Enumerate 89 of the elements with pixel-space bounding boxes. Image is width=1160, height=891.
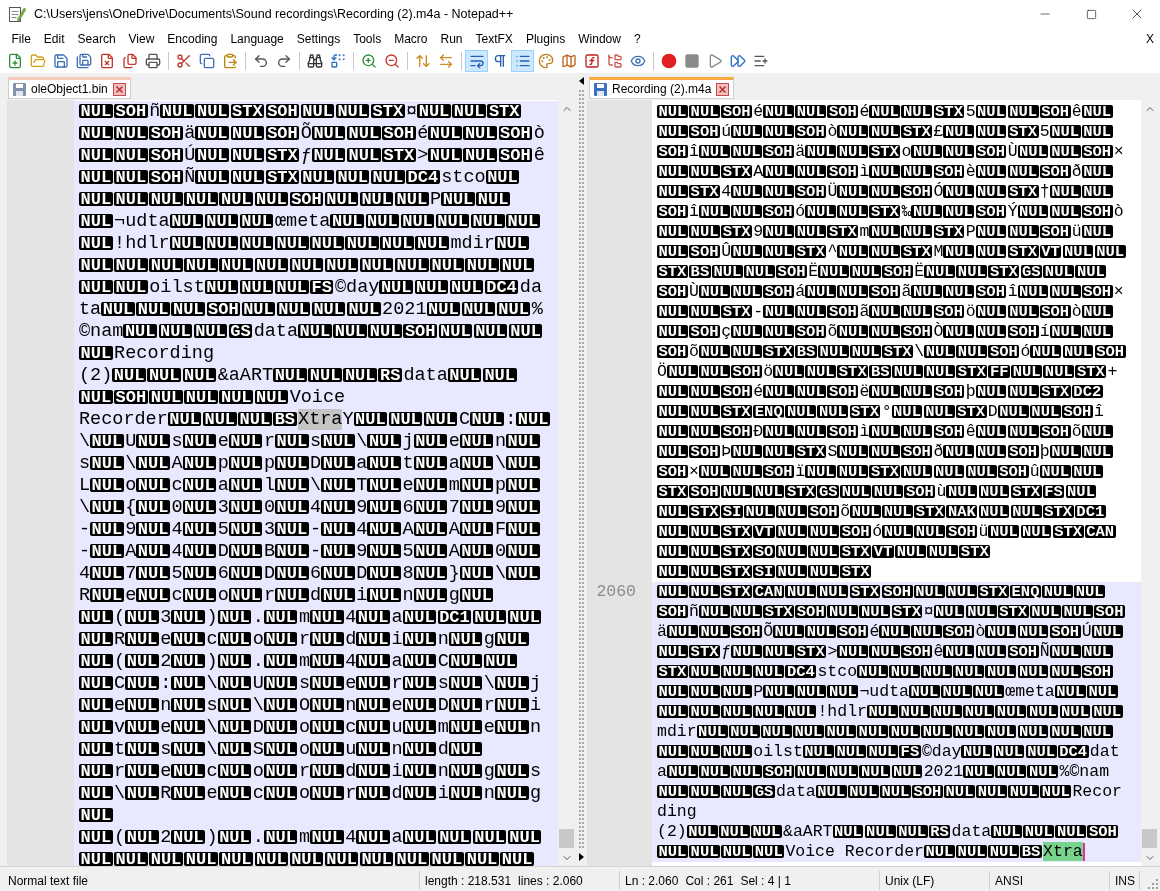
code-line: NUL NUL SOH éNUL NUL SOH éNUL NUL STX 5NUL NUL SOH êNUL	[656, 102, 1114, 122]
window-title: C:\Users\jens\OneDrive\Documents\Sound recordings\Recording (2).m4a - Notepad++	[34, 5, 514, 23]
menu-item[interactable]: View	[122, 29, 161, 48]
status-text: Col : 261	[685, 872, 734, 890]
code-line: NUL NUL STX 9NUL NUL STX mNUL NUL STX PNUL NUL SOH üNUL	[656, 222, 1114, 242]
status-text: lines : 2.060	[518, 872, 583, 890]
status-text: Normal text file	[8, 872, 89, 890]
code-line: ÖNUL NUL SOH öNUL NUL STX BS NUL NUL STX FF NUL NUL STX +	[656, 362, 1118, 382]
fast-forward-icon[interactable]	[729, 53, 746, 69]
map-icon[interactable]	[560, 53, 577, 69]
code-line: NUL NUL SOH ÐNUL NUL SOH ìNUL NUL SOH êNUL NUL SOH õNUL	[656, 422, 1114, 442]
menu-item[interactable]: File	[5, 29, 38, 48]
triangle-left-icon[interactable]	[578, 77, 584, 85]
menu-item[interactable]: TextFX	[469, 29, 520, 48]
code-line: SOH ÙNUL NUL SOH áNUL NUL SOH ãNUL NUL SOH îNUL NUL SOH ×	[656, 282, 1124, 302]
triangle-right-icon[interactable]	[578, 853, 584, 861]
resize-grip-icon[interactable]	[1148, 879, 1158, 889]
code-line: NUL NUL SOH éNUL NUL SOH ëNUL NUL SOH þNUL NUL STX DC2	[656, 382, 1104, 402]
text-cursor	[1082, 842, 1085, 861]
code-line: SOH îNUL NUL SOH óNUL NUL STX ‰NUL NUL SOH ÝNUL NUL SOH ò	[656, 202, 1124, 222]
menu-item[interactable]: Search	[71, 29, 123, 48]
menu-item[interactable]: Edit	[37, 29, 72, 48]
menu-item[interactable]: Encoding	[160, 29, 224, 48]
splitter-grip[interactable]	[578, 90, 584, 848]
line-number: 2060	[596, 582, 636, 602]
code-line: NUL NUL STX ANUL NUL SOH ìNUL NUL SOH èNUL NUL SOH ðNUL	[656, 162, 1114, 182]
replace-icon[interactable]	[329, 53, 346, 69]
code-line: NUL NUL STX VT NUL NUL SOH óNUL NUL SOH ü NUL NUL STX CAN	[656, 522, 1117, 542]
close-icon[interactable]	[112, 82, 126, 96]
code-line: SOH îNUL NUL SOH äNUL NUL STX oNUL NUL SOH ÙNUL NUL SOH ×	[656, 142, 1124, 162]
record-icon[interactable]	[660, 53, 677, 69]
list-plus-icon[interactable]	[752, 53, 769, 69]
code-line: STX SOH NUL NUL STX GS NUL NUL SOH ù NUL NUL STX FS NUL	[656, 482, 1098, 502]
code-line: NUL NUL STX SI NUL NUL STX	[656, 562, 873, 582]
status-text: INS	[1115, 872, 1135, 890]
redo-icon[interactable]	[275, 53, 292, 69]
undo-icon[interactable]	[252, 53, 269, 69]
menu-item[interactable]: Tools	[346, 29, 388, 48]
copy-icon[interactable]	[198, 53, 215, 69]
stop-icon[interactable]	[683, 53, 700, 69]
menu-item[interactable]: Run	[434, 29, 470, 48]
save-icon[interactable]	[52, 53, 69, 69]
menu-item[interactable]: Window	[571, 29, 628, 48]
scroll-thumb[interactable]	[559, 829, 574, 848]
close-document-button[interactable]: X	[1146, 29, 1154, 48]
eye-icon[interactable]	[629, 53, 646, 69]
notepad-icon	[8, 5, 26, 23]
code-line: NUL NUL STX SO NUL NUL STX VT NUL NUL STX	[656, 542, 992, 562]
code-line: NUL SOH úNUL NUL SOH òNUL NUL STX £NUL NUL STX 5NUL NUL	[656, 122, 1114, 142]
code-line: NUL NUL STX -NUL NUL SOH ãNUL NUL SOH öNUL NUL SOH òNUL	[656, 302, 1114, 322]
code-line: STX BS NUL NUL SOH ËNUL NUL SOH ËNUL NUL STX GS NUL NUL	[656, 262, 1108, 282]
printer-icon[interactable]	[144, 53, 161, 69]
zoom-out-icon[interactable]	[383, 53, 400, 69]
folder-tree-icon[interactable]	[606, 53, 623, 69]
status-text: ANSI	[995, 872, 1023, 890]
file-x-icon[interactable]	[98, 53, 115, 69]
code-line: NUL STX SI NUL NUL SOH õNUL NUL STX NAK NUL NUL STX DC1	[656, 502, 1107, 522]
files-icon[interactable]	[121, 53, 138, 69]
arrow-up-down-icon[interactable]	[414, 53, 431, 69]
code-line: NUL SOH ÞNUL NUL STX SNUL NUL SOH ðNUL NUL SOH þNUL NUL	[656, 442, 1114, 462]
code-line: SOH ×NUL NUL SOH ïNUL NUL STX NUL NUL NUL SOH ûNUL NUL	[656, 462, 1104, 482]
clipboard-icon[interactable]	[221, 53, 238, 69]
code-line: SOH õNUL NUL STX BS NUL NUL STX \NUL NUL SOH óNUL NUL SOH	[656, 342, 1127, 362]
tab[interactable]: oleObject1.bin	[8, 77, 131, 99]
function-icon[interactable]	[583, 53, 600, 69]
status-text: Sel : 4 | 1	[740, 872, 791, 890]
menu-item[interactable]: Plugins	[519, 29, 572, 48]
palette-icon[interactable]	[537, 53, 554, 69]
status-text: Unix (LF)	[885, 872, 935, 890]
arrow-left-right-icon[interactable]	[437, 53, 454, 69]
close-icon[interactable]	[716, 82, 730, 96]
binoculars-icon[interactable]	[306, 53, 323, 69]
menu-item[interactable]: Macro	[387, 29, 434, 48]
code-line: NUL STX 4NUL NUL SOH ÜNUL NUL SOH ÓNUL NUL STX †NUL NUL	[656, 182, 1114, 202]
menu-item[interactable]: ?	[627, 29, 648, 48]
menu-item[interactable]: Language	[223, 29, 291, 48]
scroll-thumb[interactable]	[1142, 829, 1157, 848]
code-line: NUL SOH çNUL NUL SOH õNUL NUL SOH ÒNUL NUL SOH íNUL NUL	[656, 322, 1114, 342]
scissors-icon[interactable]	[175, 53, 192, 69]
file-plus-icon[interactable]	[6, 53, 23, 69]
code-line: NUL SOH ÛNUL NUL STX ^NUL NUL STX MNUL NUL STX VT NUL NUL	[656, 242, 1127, 262]
save-all-icon[interactable]	[75, 53, 92, 69]
zoom-in-icon[interactable]	[360, 53, 377, 69]
status-text: Ln : 2.060	[625, 872, 679, 890]
status-text: length : 218.531	[425, 872, 512, 890]
menu-item[interactable]: Settings	[290, 29, 347, 48]
tab[interactable]: Recording (2).m4a	[589, 77, 735, 99]
maximize-icon[interactable]	[1085, 8, 1097, 20]
code-line: NUL NUL STX ENQ NUL NUL STX °NUL NUL STX DNUL NUL SOH î	[656, 402, 1104, 422]
